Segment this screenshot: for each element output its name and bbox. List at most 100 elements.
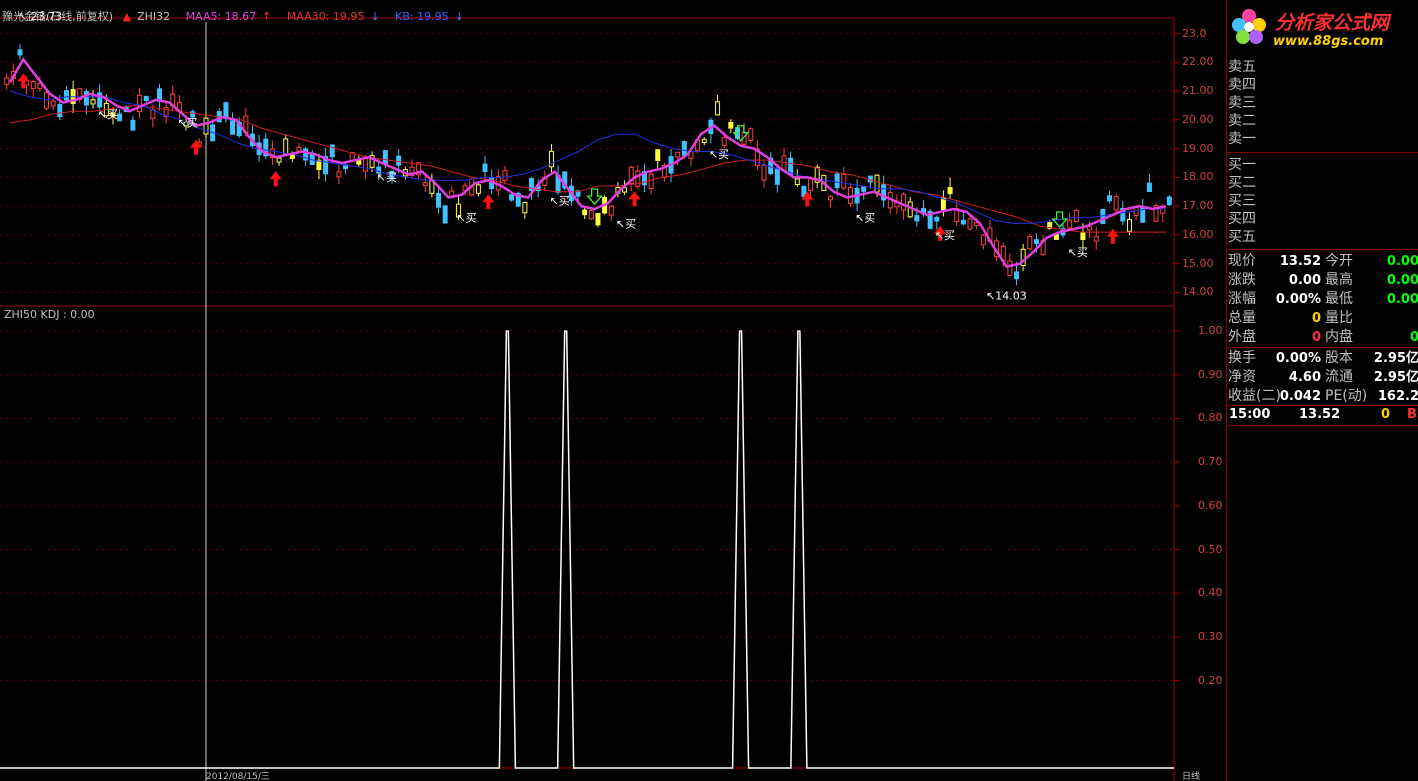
crosshair-date-label: 2012/08/15/三 bbox=[206, 772, 270, 781]
price-tick-label: 21.00 bbox=[1182, 84, 1214, 98]
candle-body bbox=[608, 205, 614, 216]
candle-body bbox=[715, 101, 721, 116]
quote-label: 涨跌 bbox=[1228, 272, 1256, 288]
candle-body bbox=[914, 215, 920, 222]
candle-body bbox=[289, 154, 295, 159]
candle-body bbox=[482, 163, 488, 172]
kdj-tick-label: 0.40 bbox=[1198, 586, 1223, 600]
quote-value-2: 2.95亿 bbox=[1373, 351, 1418, 366]
sell-5-label: 卖五 bbox=[1228, 59, 1256, 75]
kdj-tick-label: 0.20 bbox=[1198, 673, 1223, 687]
candle-body bbox=[4, 77, 10, 85]
kdj-tick-label: 0.90 bbox=[1198, 367, 1223, 381]
kdj-tick-label: 0.60 bbox=[1198, 498, 1223, 512]
candle-body bbox=[382, 150, 388, 165]
buy-3-label: 买三 bbox=[1228, 193, 1256, 209]
tick-row: 15:00 13.52 0 B bbox=[1227, 406, 1418, 424]
quote-row: 换手 0.00% 股本 2.95亿 bbox=[1227, 349, 1418, 368]
buy-text-marker: ↖买 bbox=[709, 148, 729, 161]
candle-body bbox=[1067, 219, 1073, 229]
candle-body bbox=[1107, 195, 1113, 202]
candle-body bbox=[681, 140, 687, 156]
candle-body bbox=[442, 205, 448, 224]
quote-value: 0.042 bbox=[1279, 389, 1321, 404]
candle-body bbox=[44, 92, 50, 109]
candle-body bbox=[17, 49, 23, 56]
price-tick-label: 19.00 bbox=[1182, 141, 1214, 155]
candle-body bbox=[874, 174, 880, 193]
period-label: 日线 bbox=[1182, 770, 1200, 781]
candle-body bbox=[502, 170, 508, 181]
quote-value: 0.00% bbox=[1275, 292, 1321, 307]
chart-canvas[interactable]: ↖买↖买↖买↖买↖买↖买↖买↖买↖买↖买↖ 23.73↖14.032012/08… bbox=[0, 0, 1226, 781]
sell-4-label: 卖四 bbox=[1228, 77, 1256, 93]
buy-2-label: 买二 bbox=[1228, 175, 1256, 191]
legend-zhi32: ▲ ZHI32 bbox=[122, 10, 171, 23]
price-tick-label: 17.00 bbox=[1182, 199, 1214, 213]
quote-section-divider bbox=[1227, 347, 1418, 348]
quote-row: 总量 0 量比 bbox=[1227, 309, 1418, 328]
quote-row: 涨幅 0.00% 最低 0.00 bbox=[1227, 290, 1418, 309]
candle-body bbox=[130, 119, 136, 131]
buy-4-label: 买四 bbox=[1228, 211, 1256, 227]
quote-value-2: 0.00 bbox=[1386, 254, 1418, 269]
candle-body bbox=[30, 81, 36, 89]
buy-text-marker: ↖买 bbox=[1068, 246, 1088, 259]
price-tick-label: 16.00 bbox=[1182, 227, 1214, 241]
candle-body bbox=[422, 182, 428, 187]
candle-body bbox=[203, 117, 209, 135]
quote-value: 13.52 bbox=[1279, 254, 1321, 269]
tick-side: B bbox=[1407, 407, 1417, 422]
kdj-tick-label: 0.50 bbox=[1198, 542, 1223, 556]
orderbook-divider bbox=[1227, 152, 1418, 153]
candle-body bbox=[316, 159, 322, 170]
sell-2-label: 卖二 bbox=[1228, 113, 1256, 129]
quote-label: 净资 bbox=[1228, 369, 1256, 385]
quote-label-2: 最高 bbox=[1325, 272, 1353, 288]
buy-text-marker: ↖买 bbox=[855, 212, 875, 225]
quote-label-2: 内盘 bbox=[1325, 329, 1353, 345]
candle-body bbox=[509, 194, 515, 201]
buy-5-label: 买五 bbox=[1228, 229, 1256, 245]
candle-body bbox=[63, 90, 69, 101]
buy-text-marker: ↖买 bbox=[549, 194, 569, 207]
logo-title: 分析家公式网 bbox=[1275, 12, 1390, 34]
tick-time: 15:00 bbox=[1229, 407, 1271, 422]
quote-label-2: 量比 bbox=[1325, 310, 1353, 326]
legend-maa5: MAA5: 18.67 ↑ bbox=[185, 10, 272, 23]
candle-body bbox=[1166, 196, 1172, 206]
buy-text-marker: ↖买 bbox=[98, 108, 118, 121]
candle-body bbox=[1133, 207, 1139, 217]
candle-body bbox=[143, 95, 149, 101]
quote-value: 0 bbox=[1311, 311, 1321, 326]
logo-url: www.88gs.com bbox=[1273, 34, 1384, 49]
tick-price: 13.52 bbox=[1299, 407, 1341, 422]
candle-body bbox=[934, 216, 940, 222]
candle-body bbox=[841, 173, 847, 189]
candle-body bbox=[362, 158, 368, 172]
quote-value: 0.00 bbox=[1288, 273, 1321, 288]
candle-body bbox=[1007, 260, 1013, 276]
quote-value-2: 0.00 bbox=[1386, 273, 1418, 288]
quote-label: 外盘 bbox=[1228, 329, 1256, 345]
tick-volume: 0 bbox=[1381, 407, 1391, 422]
candle-body bbox=[90, 99, 96, 105]
candle-body bbox=[1146, 182, 1152, 193]
quote-value-2: 162.2 bbox=[1377, 389, 1418, 404]
candle-body bbox=[50, 100, 56, 107]
quote-value: 4.60 bbox=[1288, 370, 1321, 385]
candle-body bbox=[522, 202, 528, 214]
buy-text-marker: ↖买 bbox=[616, 217, 636, 230]
candle-body bbox=[728, 121, 734, 129]
candle-body bbox=[582, 209, 588, 216]
sell-3-label: 卖三 bbox=[1228, 95, 1256, 111]
buy-1-label: 买一 bbox=[1228, 157, 1256, 173]
buy-text-marker: ↖买 bbox=[456, 212, 476, 225]
quote-label: 总量 bbox=[1228, 310, 1256, 326]
buy-text-marker: ↖买 bbox=[377, 171, 397, 184]
quote-label-2: 最低 bbox=[1325, 291, 1353, 307]
chart-area[interactable]: ↖买 ↖买 ↖买 ↖买 ↖买 ↖买 ↖买 ↖买 ↖买 ↖买 ↖ 23.73 ↖14.03 2012/08… bbox=[0, 0, 1226, 781]
candle-body bbox=[761, 164, 767, 181]
quote-value-2: 0.00 bbox=[1386, 292, 1418, 307]
kdj-tick-label: 0.70 bbox=[1198, 455, 1223, 469]
